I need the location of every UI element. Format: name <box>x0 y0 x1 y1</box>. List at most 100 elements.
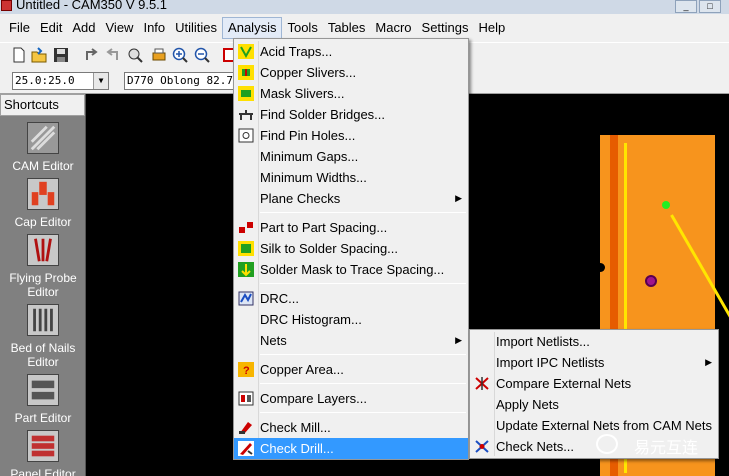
mask-trace-icon <box>238 262 254 277</box>
cap-editor-icon <box>27 178 59 210</box>
drc-icon <box>238 291 254 306</box>
menu-item-check-drill[interactable]: Check Drill... <box>234 438 468 459</box>
menu-item-apply-nets[interactable]: Apply Nets <box>470 394 718 415</box>
shortcut-panel-editor[interactable]: Panel Editor <box>0 430 86 476</box>
menu-item-plane-checks[interactable]: Plane Checks ▶ <box>234 188 468 209</box>
menu-separator <box>260 354 466 355</box>
check-drill-icon <box>238 441 254 456</box>
solder-bridges-icon <box>239 110 253 120</box>
silk-spacing-icon <box>238 241 254 256</box>
title-bar: Untitled - CAM350 V 9.5.1 _ □ <box>0 0 729 14</box>
open-folder-icon[interactable] <box>30 46 48 64</box>
submenu-arrow-icon: ▶ <box>455 335 462 345</box>
mask-slivers-icon <box>238 86 254 101</box>
check-mill-icon <box>239 422 252 434</box>
menu-separator <box>260 383 466 384</box>
window-title: Untitled - CAM350 V 9.5.1 <box>16 0 168 12</box>
menu-separator <box>260 283 466 284</box>
part-editor-icon <box>27 374 59 406</box>
shortcut-label: Part Editor <box>14 411 72 425</box>
menu-item-find-pin-holes[interactable]: Find Pin Holes... <box>234 125 468 146</box>
dcode-combo[interactable]: D770 Oblong 82.7 <box>124 72 244 90</box>
shortcut-cam-editor[interactable]: CAM Editor <box>0 122 86 173</box>
menu-tables[interactable]: Tables <box>323 17 371 39</box>
save-icon[interactable] <box>52 46 70 64</box>
shortcut-label: Bed of Nails Editor <box>10 341 76 369</box>
menu-item-drc-histogram[interactable]: DRC Histogram... <box>234 309 468 330</box>
menu-item-copper-area[interactable]: ? Copper Area... <box>234 359 468 380</box>
svg-text:?: ? <box>243 365 250 377</box>
menu-item-acid-traps[interactable]: Acid Traps... <box>234 41 468 62</box>
undo-icon[interactable] <box>82 46 100 64</box>
watermark: 易元互连 <box>596 430 726 460</box>
watermark-logo-icon <box>596 434 618 454</box>
menu-item-part-to-part-spacing[interactable]: Part to Part Spacing... <box>234 217 468 238</box>
redo-icon[interactable] <box>104 46 122 64</box>
menu-edit[interactable]: Edit <box>35 17 67 39</box>
shortcut-label: CAM Editor <box>12 159 74 173</box>
menu-file[interactable]: File <box>4 17 35 39</box>
pin-holes-icon <box>238 128 254 143</box>
watermark-text: 易元互连 <box>634 440 699 457</box>
panel-editor-icon <box>27 430 59 462</box>
print-icon[interactable] <box>150 46 168 64</box>
menu-item-copper-slivers[interactable]: Copper Slivers... <box>234 62 468 83</box>
shortcut-bed-of-nails-editor[interactable]: Bed of Nails Editor <box>0 304 86 369</box>
chevron-down-icon[interactable]: ▼ <box>93 73 108 89</box>
compare-layers-icon <box>238 391 254 406</box>
pcb-pad <box>596 263 605 272</box>
grid-value: 25.0:25.0 <box>15 74 75 87</box>
menu-item-silk-to-solder-spacing[interactable]: Silk to Solder Spacing... <box>234 238 468 259</box>
menu-item-compare-layers[interactable]: Compare Layers... <box>234 388 468 409</box>
shortcut-label: Panel Editor <box>10 467 76 476</box>
minimize-button[interactable]: _ <box>675 0 697 13</box>
acid-traps-icon <box>238 44 254 59</box>
menu-separator <box>260 412 466 413</box>
menu-analysis[interactable]: Analysis <box>222 17 283 39</box>
bed-of-nails-icon <box>27 304 59 336</box>
menu-item-nets[interactable]: Nets ▶ <box>234 330 468 351</box>
menu-tools[interactable]: Tools <box>282 17 322 39</box>
grid-combo[interactable]: 25.0:25.0 ▼ <box>12 72 109 90</box>
menu-settings[interactable]: Settings <box>417 17 474 39</box>
zoom-in-icon[interactable] <box>171 46 189 64</box>
menu-item-solder-mask-to-trace-spacing[interactable]: Solder Mask to Trace Spacing... <box>234 259 468 280</box>
copper-area-icon: ? <box>238 362 254 377</box>
menu-item-minimum-gaps[interactable]: Minimum Gaps... <box>234 146 468 167</box>
menu-item-minimum-widths[interactable]: Minimum Widths... <box>234 167 468 188</box>
menu-separator <box>260 212 466 213</box>
cam-editor-icon <box>27 122 59 154</box>
dcode-value: D770 Oblong 82.7 <box>127 74 233 87</box>
check-nets-icon <box>475 440 489 453</box>
zoom-out-icon[interactable] <box>193 46 211 64</box>
menu-item-import-ipc-netlists[interactable]: Import IPC Netlists ▶ <box>470 352 718 373</box>
analysis-menu: Acid Traps... Copper Slivers... Mask Sli… <box>233 38 469 460</box>
app-icon <box>1 0 12 11</box>
shortcuts-header: Shortcuts <box>0 94 85 116</box>
pcb-pad <box>662 201 670 209</box>
menu-item-check-mill[interactable]: Check Mill... <box>234 417 468 438</box>
pcb-pad <box>645 275 657 287</box>
menu-macro[interactable]: Macro <box>370 17 416 39</box>
menu-help[interactable]: Help <box>474 17 511 39</box>
menu-item-compare-external-nets[interactable]: Compare External Nets <box>470 373 718 394</box>
menu-view[interactable]: View <box>101 17 139 39</box>
menu-item-import-netlists[interactable]: Import Netlists... <box>470 331 718 352</box>
menu-info[interactable]: Info <box>138 17 170 39</box>
menu-item-find-solder-bridges[interactable]: Find Solder Bridges... <box>234 104 468 125</box>
part-spacing-icon <box>239 222 253 233</box>
shortcut-label: Flying Probe Editor <box>9 271 77 299</box>
menu-item-drc[interactable]: DRC... <box>234 288 468 309</box>
shortcut-label: Cap Editor <box>14 215 72 229</box>
new-file-icon[interactable] <box>10 46 28 64</box>
maximize-button[interactable]: □ <box>699 0 721 13</box>
compare-nets-icon <box>475 377 489 390</box>
copper-slivers-icon <box>238 65 254 80</box>
menu-add[interactable]: Add <box>67 17 100 39</box>
shortcut-cap-editor[interactable]: Cap Editor <box>0 178 86 229</box>
shortcut-part-editor[interactable]: Part Editor <box>0 374 86 425</box>
menu-utilities[interactable]: Utilities <box>170 17 222 39</box>
menu-item-mask-slivers[interactable]: Mask Slivers... <box>234 83 468 104</box>
query-icon[interactable] <box>126 46 144 64</box>
shortcut-flying-probe-editor[interactable]: Flying Probe Editor <box>0 234 86 299</box>
